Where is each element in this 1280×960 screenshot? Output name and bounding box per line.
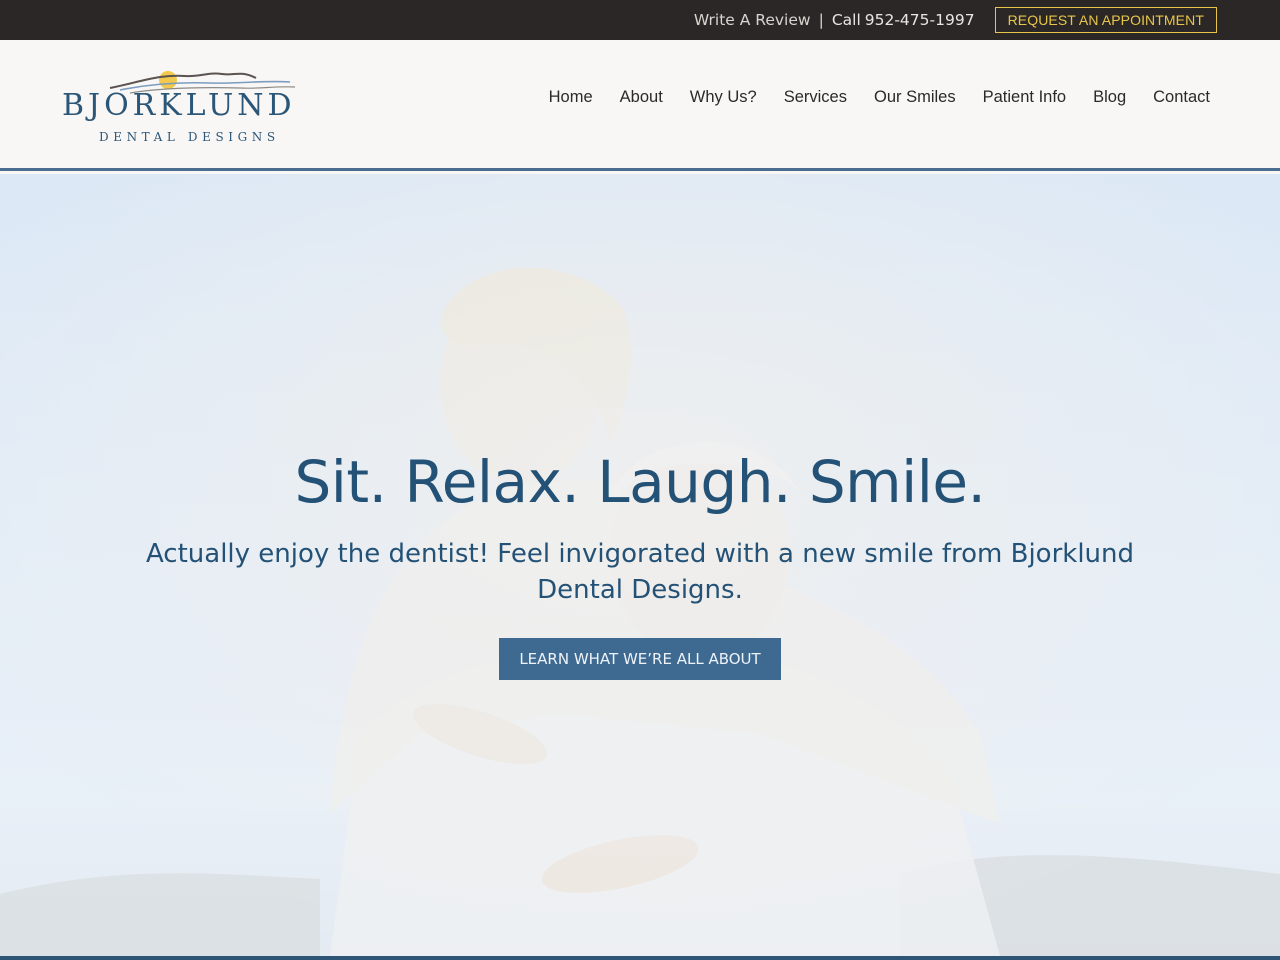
nav-about[interactable]: About <box>620 88 663 107</box>
phone-link[interactable]: 952-475-1997 <box>865 11 975 29</box>
call-label: Call <box>831 11 861 29</box>
learn-more-button[interactable]: LEARN WHAT WE’RE ALL ABOUT <box>499 638 781 680</box>
hero-title: Sit. Relax. Laugh. Smile. <box>294 448 986 516</box>
hero-content: Sit. Relax. Laugh. Smile. Actually enjoy… <box>0 444 1280 680</box>
logo-wordmark: BJORKLUND <box>62 88 296 123</box>
write-review-link[interactable]: Write A Review <box>694 11 811 29</box>
nav-our-smiles[interactable]: Our Smiles <box>874 88 956 107</box>
site-header: BJORKLUND DENTAL DESIGNS Home About Why … <box>0 40 1280 171</box>
logo-subtitle: DENTAL DESIGNS <box>99 130 280 144</box>
nav-blog[interactable]: Blog <box>1093 88 1126 107</box>
site-logo[interactable]: BJORKLUND DENTAL DESIGNS <box>62 68 318 148</box>
main-nav: Home About Why Us? Services Our Smiles P… <box>549 88 1210 107</box>
nav-home[interactable]: Home <box>549 88 593 107</box>
hero-subtitle: Actually enjoy the dentist! Feel invigor… <box>145 539 1135 605</box>
request-appointment-button[interactable]: REQUEST AN APPOINTMENT <box>994 7 1217 33</box>
utility-bar: Write A Review | Call 952-475-1997 REQUE… <box>0 0 1280 40</box>
nav-why-us[interactable]: Why Us? <box>690 88 757 107</box>
nav-contact[interactable]: Contact <box>1153 88 1210 107</box>
bottom-divider <box>0 956 1280 960</box>
nav-patient-info[interactable]: Patient Info <box>983 88 1066 107</box>
nav-services[interactable]: Services <box>784 88 847 107</box>
hero-banner: Sit. Relax. Laugh. Smile. Actually enjoy… <box>0 174 1280 956</box>
separator: | <box>818 11 824 29</box>
